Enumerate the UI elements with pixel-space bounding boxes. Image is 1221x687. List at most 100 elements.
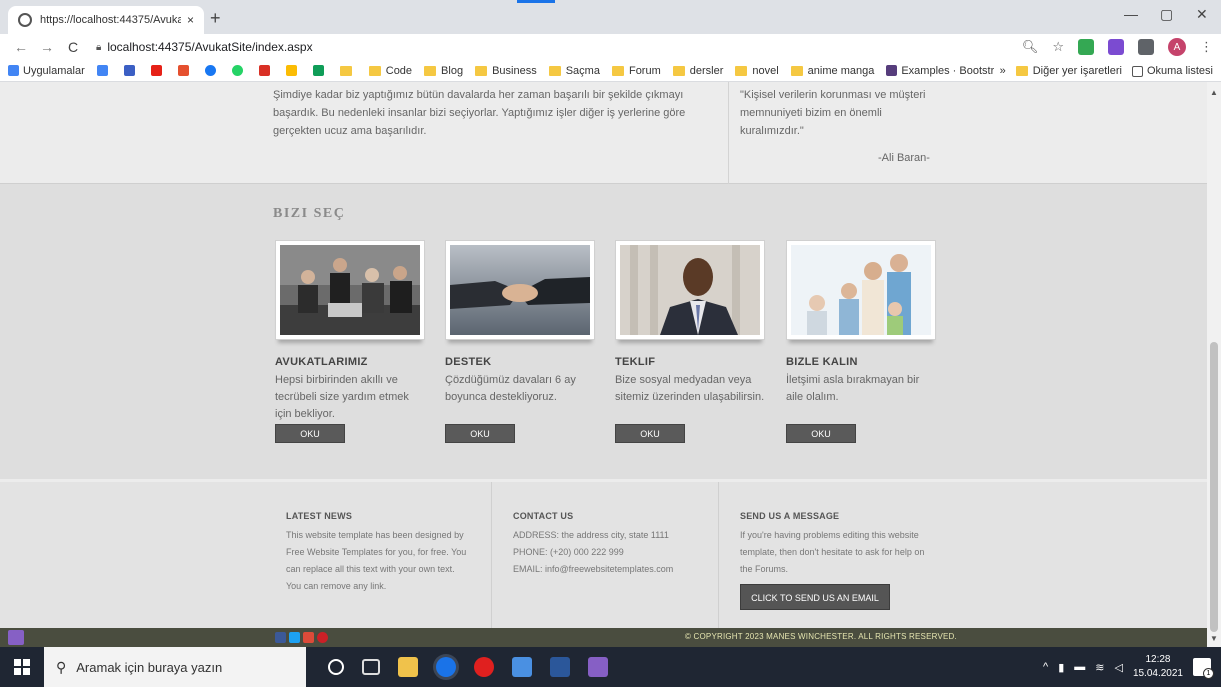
file-explorer-icon[interactable] [398,657,418,677]
footer: LATEST NEWS This website template has be… [0,482,1207,628]
extension-v-icon[interactable] [1108,39,1124,55]
maximize-button[interactable]: ▢ [1160,6,1173,23]
more-bookmarks-button[interactable]: » [1000,65,1006,77]
lock-icon[interactable]: 🔒︎ [96,42,101,53]
bookmark-facebook[interactable] [204,65,220,76]
bookmark-sheets[interactable] [312,65,328,76]
read-more-button[interactable]: OKU [445,424,515,443]
windows-taskbar: ⚲ Aramak için buraya yazın ^ ▮ ▬ ≋ ◁ 12:… [0,647,1221,687]
cortana-icon[interactable] [328,659,344,675]
close-window-button[interactable]: ✕ [1196,6,1208,23]
section-divider [728,82,729,184]
bookmark-apps[interactable]: Uygulamalar [8,65,85,77]
tab-close-icon[interactable]: × [187,13,194,27]
bookmark-whatsapp[interactable] [231,65,247,76]
forward-button[interactable]: → [34,39,60,55]
visual-studio-taskbar-icon[interactable] [588,657,608,677]
taskbar-search[interactable]: ⚲ Aramak için buraya yazın [44,647,306,687]
bookmark-youtube[interactable] [150,65,166,76]
back-button[interactable]: ← [8,39,34,55]
bookmark-label: Examples · Bootstrap [901,64,1007,77]
twitter-icon[interactable] [289,632,300,643]
extension-shortcut-icon [123,65,135,76]
start-button[interactable] [0,647,44,687]
bookmark-folder-code[interactable]: Code [368,64,413,77]
bookmark-bootstrap[interactable]: Examples · Bootstrap [886,65,1006,77]
bookmark-puzzle[interactable] [123,65,139,76]
scroll-up-arrow-icon[interactable]: ▲ [1210,88,1218,97]
bookmark-folder-blog[interactable]: Blog [424,65,463,77]
footer-latest-news: LATEST NEWS This website template has be… [286,508,471,595]
pinterest-icon[interactable] [317,632,328,643]
folder-icon [672,65,685,76]
search-icon: ⚲ [56,658,67,675]
footer-heading: SEND US A MESSAGE [740,511,840,521]
bookmark-folder-forum[interactable]: Forum [611,65,661,77]
page-viewport: Şimdiye kadar biz yaptığımız bütün daval… [0,82,1207,647]
contact-email[interactable]: EMAIL: info@freewebsitetemplates.com [513,561,708,578]
bookmark-gmail[interactable] [258,65,274,76]
bookmark-folder-plain[interactable] [339,65,357,76]
scroll-thumb[interactable] [1210,342,1218,632]
bookmark-folder-dersler[interactable]: dersler [672,64,724,77]
menu-dots-icon[interactable]: ⋮ [1200,39,1213,55]
opera-icon[interactable] [474,657,494,677]
page-scrollbar[interactable]: ▲ ▼ [1207,82,1221,647]
volume-icon[interactable]: ◁ [1114,661,1122,674]
testimonial-author: -Ali Baran- [878,152,930,164]
bootstrap-icon [886,65,898,76]
extension-icon[interactable] [1078,39,1094,55]
minimize-button[interactable]: — [1124,6,1138,22]
profile-avatar[interactable]: A [1168,38,1186,56]
bookmark-folder-anime[interactable]: anime manga [790,65,874,77]
card-text: Bize sosyal medyadan veya sitemiz üzerin… [615,374,765,403]
reload-button[interactable]: C [60,39,86,55]
folder-icon [611,65,624,76]
scroll-down-arrow-icon[interactable]: ▼ [1210,634,1218,643]
family-image [791,245,931,335]
tray-chevron-icon[interactable]: ^ [1043,661,1048,673]
bookmark-label: Code [385,64,413,77]
url-field[interactable]: localhost:44375/AvukatSite/index.aspx [107,40,312,54]
card-text: Hepsi birbirinden akıllı ve tecrübeli si… [275,374,409,420]
footer-send-message: SEND US A MESSAGE If you're having probl… [740,508,925,610]
footer-divider [491,482,492,628]
browser-tab[interactable]: https://localhost:44375/AvukatSi × [8,6,204,34]
facebook-icon[interactable] [275,632,286,643]
puzzle-icon[interactable] [1138,39,1154,55]
google-plus-icon[interactable] [303,632,314,643]
card-stay-with-us: BIZLE KALIN İletşimi asla bırakmayan bir… [786,240,946,443]
reading-list[interactable]: Okuma listesi [1131,65,1213,77]
bookmark-folder-sacma[interactable]: Saçma [548,65,600,77]
other-bookmarks[interactable]: Diğer yer işaretleri [1015,65,1122,77]
star-icon[interactable]: ☆ [1052,39,1064,55]
notification-center-icon[interactable]: 1 [1193,658,1214,679]
card-image-frame [615,240,765,340]
new-tab-button[interactable]: + [210,8,221,29]
handshake-image [450,245,590,335]
battery-icon[interactable]: ▮ [1058,661,1064,674]
bookmark-label: dersler [689,64,724,77]
wifi-icon[interactable]: ≋ [1095,661,1104,674]
card-support: DESTEK Çözdüğümüz davaları 6 ay boyunca … [445,240,605,443]
taskbar-clock[interactable]: 12:28 15.04.2021 [1133,653,1183,681]
read-more-button[interactable]: OKU [615,424,685,443]
network-icon[interactable]: ▬ [1074,661,1085,673]
bookmark-label: novel [752,64,779,77]
task-view-icon[interactable] [362,659,380,675]
bookmark-photos[interactable] [177,65,193,76]
visual-studio-icon[interactable] [8,630,24,645]
chrome-icon[interactable] [436,657,456,677]
bookmark-star[interactable] [285,65,301,76]
bookmark-google[interactable] [96,65,112,76]
apps-grid-icon [8,65,19,76]
paint-icon[interactable] [512,657,532,677]
zoom-icon[interactable]: 🔍︎ [1022,39,1039,55]
send-email-button[interactable]: CLICK TO SEND US AN EMAIL [740,584,890,610]
bookmark-folder-novel[interactable]: novel [735,64,779,77]
read-more-button[interactable]: OKU [786,424,856,443]
read-more-button[interactable]: OKU [275,424,345,443]
gmail-icon [258,65,270,76]
bookmark-folder-business[interactable]: Business [475,65,537,77]
word-icon[interactable] [550,657,570,677]
